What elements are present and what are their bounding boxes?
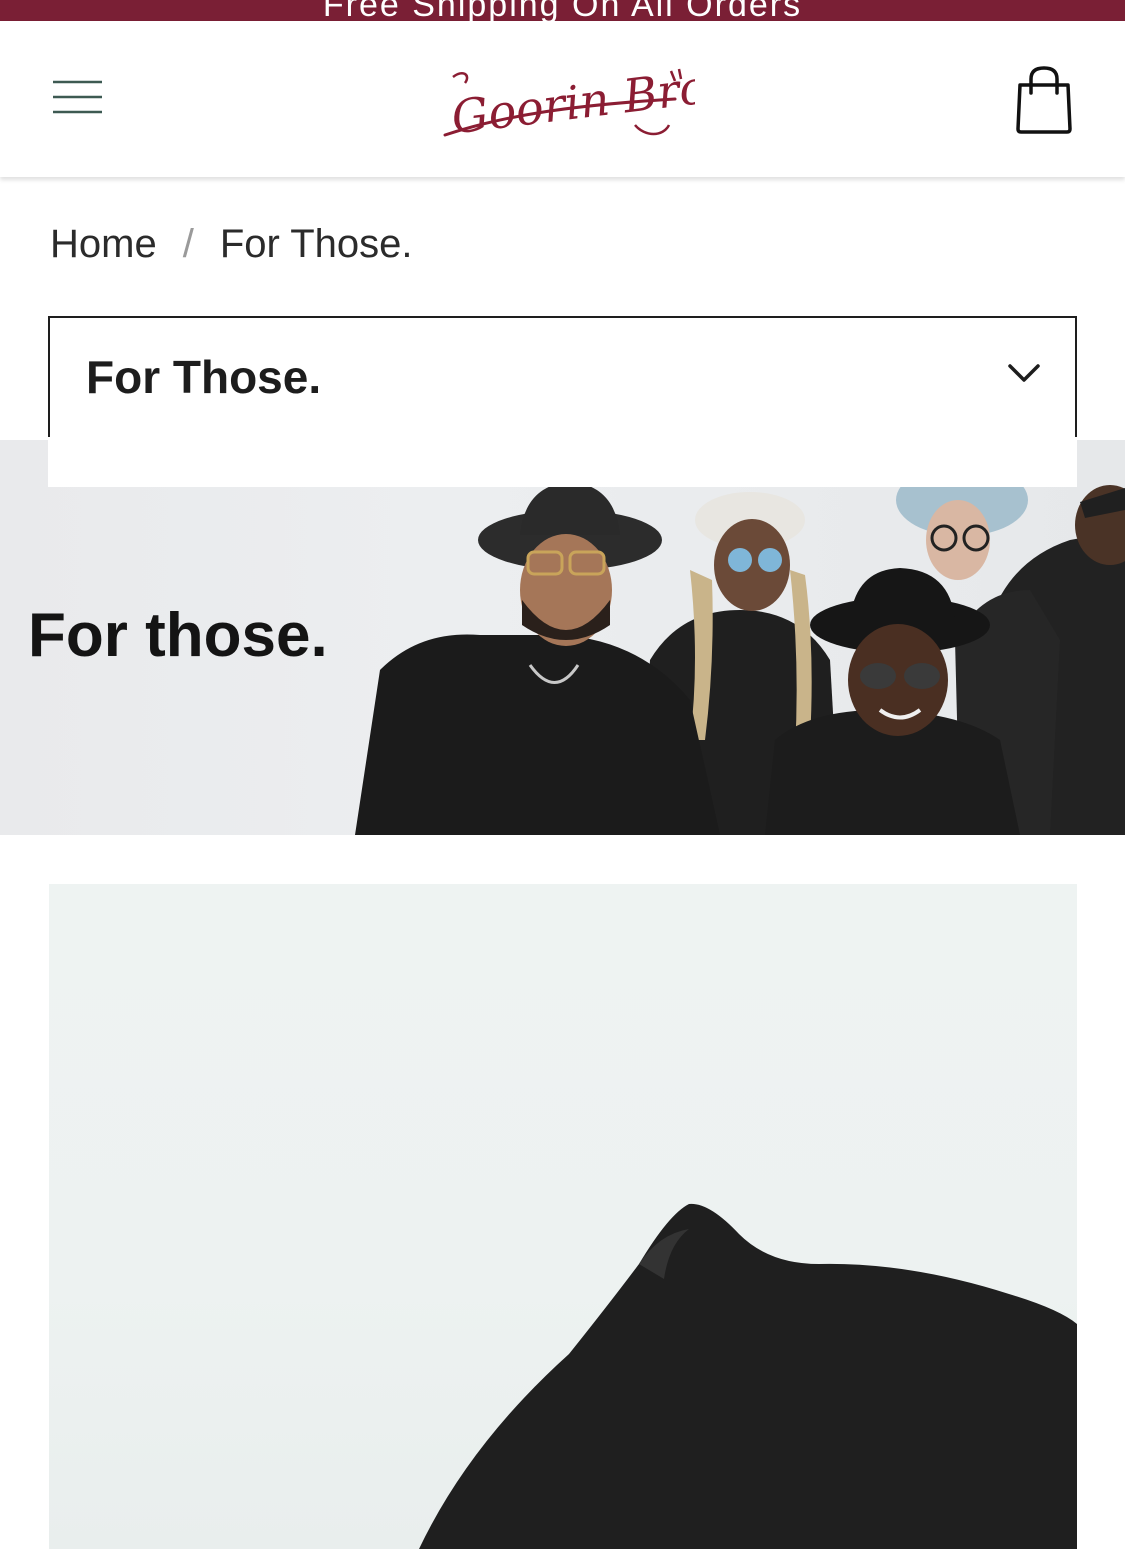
site-header: Goorin Bros bbox=[0, 21, 1125, 177]
select-dropdown-shadow bbox=[48, 437, 1077, 487]
cart-button[interactable] bbox=[1013, 65, 1075, 135]
breadcrumb: Home / For Those. bbox=[50, 222, 413, 272]
hamburger-menu-icon bbox=[53, 80, 102, 114]
hero-heading: For those. bbox=[28, 601, 328, 670]
svg-text:Goorin Bros: Goorin Bros bbox=[448, 57, 695, 145]
goorin-bros-logo: Goorin Bros bbox=[443, 57, 733, 145]
chevron-down-icon bbox=[1008, 364, 1040, 382]
promo-text: Free Shipping On All Orders bbox=[322, 0, 803, 21]
logo[interactable]: Goorin Bros bbox=[435, 55, 733, 145]
promo-bar: Free Shipping On All Orders bbox=[0, 0, 1125, 21]
hero-banner[interactable]: For those. bbox=[0, 440, 1125, 835]
collection-select[interactable]: For Those. bbox=[48, 316, 1077, 439]
product-image-card[interactable] bbox=[49, 884, 1077, 1549]
breadcrumb-current: For Those. bbox=[219, 222, 413, 266]
shopping-bag-icon bbox=[1016, 66, 1072, 134]
breadcrumb-home[interactable]: Home bbox=[50, 222, 157, 266]
menu-button[interactable] bbox=[52, 77, 104, 117]
breadcrumb-separator: / bbox=[182, 222, 194, 266]
hat-product-photo bbox=[419, 1203, 1077, 1549]
collection-select-value: For Those. bbox=[86, 351, 322, 403]
